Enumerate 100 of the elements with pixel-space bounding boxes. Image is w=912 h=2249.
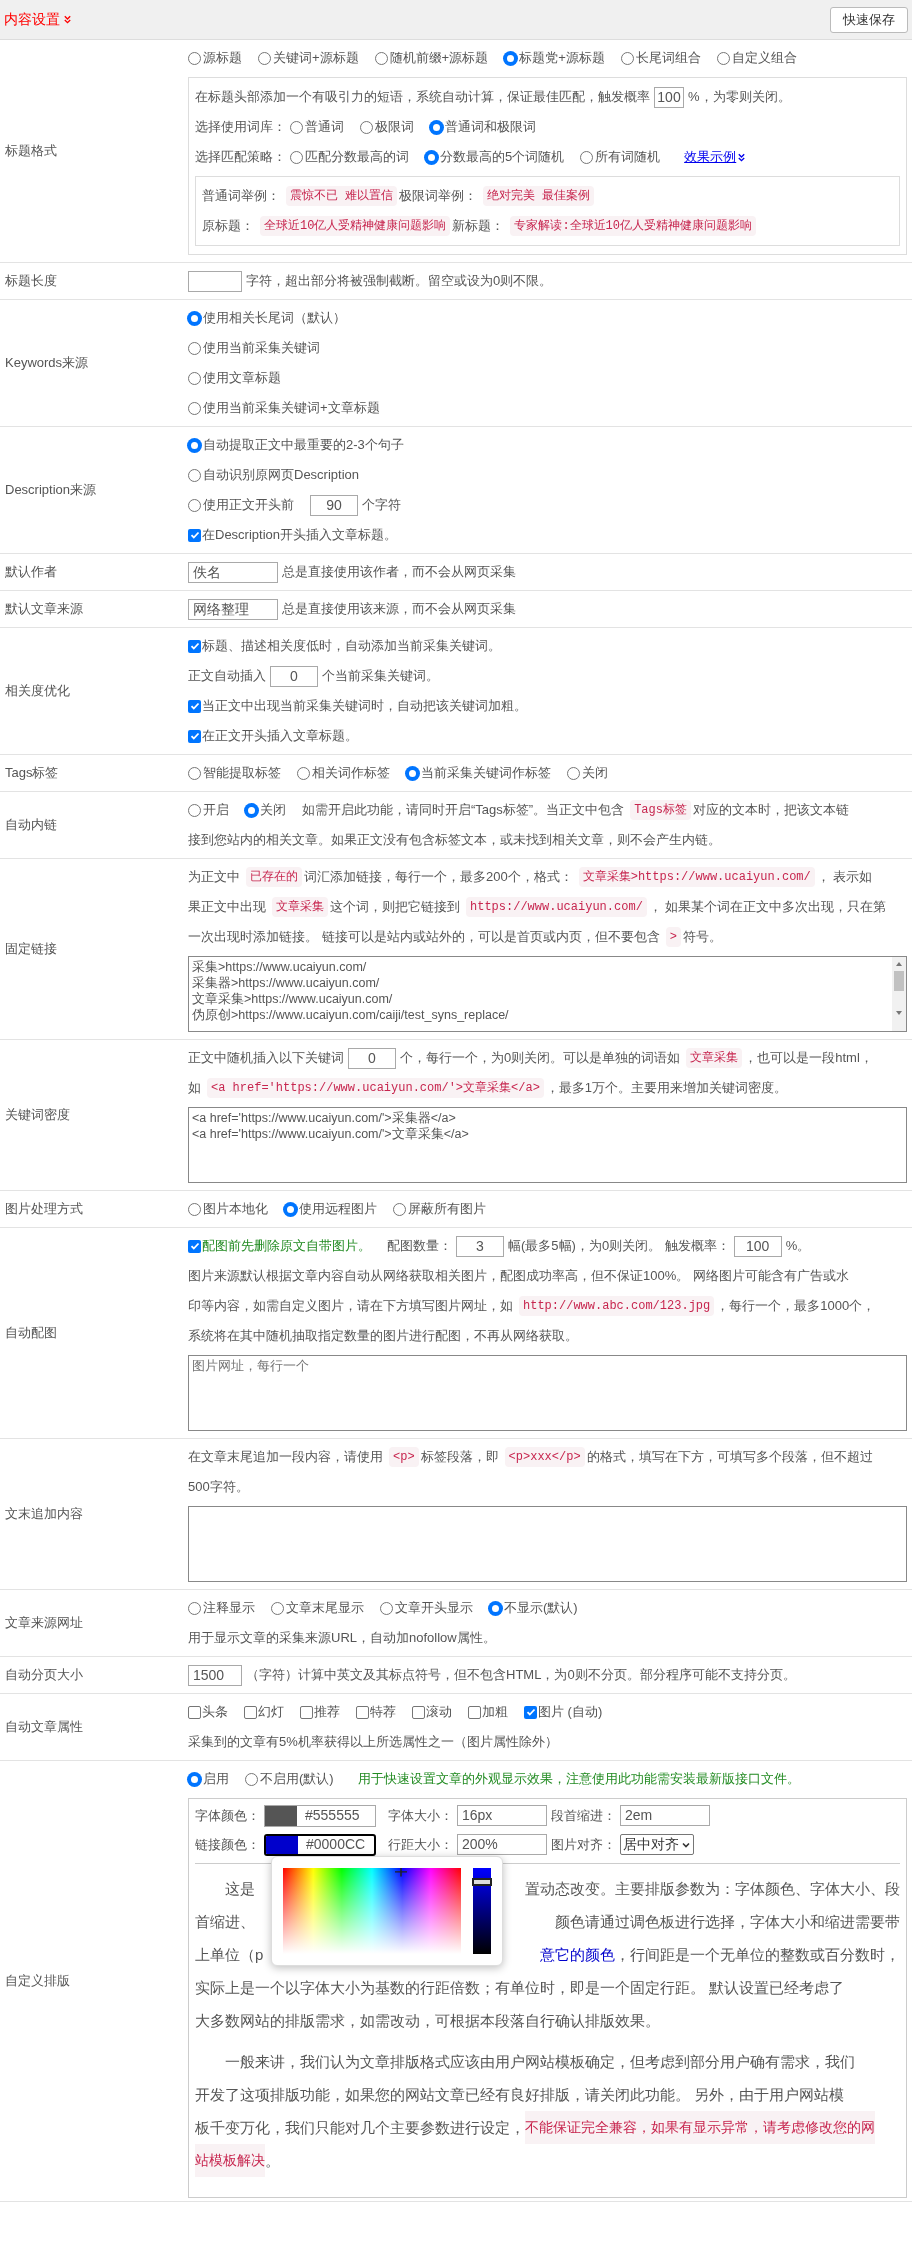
text-field[interactable]: 100 <box>733 1235 782 1257</box>
hint-text: 幅(最多5幅)，为0则关闭。 触发概率： <box>508 1237 730 1256</box>
hint-text: 字符，超出部分将被强制截断。留空或设为0则不限。 <box>246 272 553 291</box>
radio-option[interactable]: 长尾词组合 <box>620 48 701 68</box>
radio-option[interactable]: 自动识别原网页Description <box>188 465 360 485</box>
hint-text: 行距大小： <box>388 1835 453 1854</box>
text-area[interactable]: <a href='https://www.ucaiyun.com/'>采集器</a> <a href='https://www.ucaiyun.com/'>文章采集</a> <box>188 1107 907 1183</box>
hint-text: 采集到的文章有5%机率获得以上所选属性之一（图片属性除外） <box>188 1733 558 1752</box>
color-spectrum[interactable] <box>283 1868 461 1954</box>
scroll-up-icon[interactable] <box>895 960 903 968</box>
radio-option[interactable]: 不启用(默认) <box>245 1769 334 1789</box>
color-field[interactable]: #0000CC <box>264 1833 376 1856</box>
radio-option[interactable]: 屏蔽所有图片 <box>393 1199 486 1219</box>
checkbox-option[interactable]: 当正文中出现当前采集关键词时，自动把该关键词加粗。 <box>188 696 527 716</box>
checkbox-option[interactable]: 图片 (自动) <box>524 1702 603 1722</box>
text-field[interactable]: 0 <box>348 1047 396 1069</box>
radio-option[interactable]: 启用 <box>188 1769 229 1789</box>
hint-text: （字符）计算中英文及其标点符号，但不包含HTML，为0则不分页。部分程序可能不支持分页。 <box>246 1666 796 1685</box>
radio-option[interactable]: 匹配分数最高的词 <box>290 147 409 167</box>
checkbox-option[interactable]: 标题、描述相关度低时，自动添加当前采集关键词。 <box>188 636 501 656</box>
hint-text: 标签段落，即 <box>420 1448 499 1467</box>
radio-option[interactable]: 当前采集关键词作标签 <box>406 763 551 783</box>
warning-text: 不能保证完全兼容，如果有显示异常，请考虑修改您的网 <box>525 2111 875 2144</box>
radio-option[interactable]: 普通词 <box>290 117 344 137</box>
checkbox-option[interactable]: 头条 <box>188 1702 228 1722</box>
text-area[interactable]: 采集>https://www.ucaiyun.com/ 采集器>https://www.ucaiyun.com/ 文章采集>https://www.ucaiyun.com/ 伪原创>https://www.ucaiyun.com/caiji/test_syns_replace/ <box>188 956 907 1032</box>
link-text: 意它的颜色 <box>540 1945 615 1965</box>
radio-option[interactable]: 使用相关长尾词（默认） <box>188 308 346 328</box>
radio-option[interactable]: 关闭 <box>567 763 608 783</box>
checkbox-option[interactable]: 特荐 <box>356 1702 396 1722</box>
radio-option[interactable]: 关闭 <box>245 800 286 820</box>
radio-option[interactable]: 相关词作标签 <box>297 763 390 783</box>
hint-text: 的格式，填写在下方，可填写多个段落，但不超过 <box>586 1448 873 1467</box>
checkbox-option[interactable]: 在Description开头插入文章标题。 <box>188 525 398 545</box>
row-label: Tags标签 <box>5 764 59 783</box>
code-snippet: <a href='https://www.ucaiyun.com/'>文章采集</a> <box>207 1078 544 1098</box>
radio-option[interactable]: 使用当前采集关键词 <box>188 338 320 358</box>
radio-option[interactable]: 标题党+源标题 <box>504 48 605 68</box>
row-label: 自动文章属性 <box>5 1718 83 1737</box>
checkbox-option[interactable]: 配图前先删除原文自带图片。 <box>188 1236 371 1256</box>
color-field[interactable]: #555555 <box>264 1804 376 1827</box>
text-field[interactable]: 网络整理 <box>188 598 278 620</box>
slider-thumb[interactable] <box>472 1877 492 1886</box>
text-field[interactable]: 200% <box>457 1834 547 1855</box>
code-snippet: http://www.abc.com/123.jpg <box>519 1296 715 1316</box>
scroll-down-icon[interactable] <box>895 1009 903 1017</box>
radio-option[interactable]: 随机前缀+源标题 <box>374 48 489 68</box>
select-dropdown[interactable]: 居中对齐 <box>620 1834 694 1855</box>
radio-option[interactable]: 自定义组合 <box>716 48 797 68</box>
text-field[interactable]: 2em <box>620 1805 710 1826</box>
quick-save-button[interactable]: 快速保存 <box>830 6 908 33</box>
radio-option[interactable]: 文章末尾显示 <box>271 1598 364 1618</box>
hint-text: ，最多1万个。主要用来增加关键词密度。 <box>545 1079 788 1098</box>
text-field[interactable]: 100 <box>654 86 684 108</box>
radio-option[interactable]: 使用当前采集关键词+文章标题 <box>188 398 380 418</box>
radio-option[interactable]: 关键词+源标题 <box>258 48 359 68</box>
checkbox-option[interactable]: 幻灯 <box>244 1702 284 1722</box>
radio-option[interactable]: 使用正文开头前 <box>188 495 294 515</box>
row-label: 标题长度 <box>5 272 57 291</box>
scrollbar-thumb[interactable] <box>894 971 904 991</box>
text-area[interactable] <box>188 1506 907 1582</box>
radio-option[interactable]: 普通词和极限词 <box>430 117 536 137</box>
radio-option[interactable]: 自动提取正文中最重要的2-3个句子 <box>188 435 404 455</box>
radio-option[interactable]: 源标题 <box>188 48 242 68</box>
radio-option[interactable]: 开启 <box>188 800 229 820</box>
value-slider[interactable] <box>473 1868 491 1954</box>
radio-option[interactable]: 极限词 <box>360 117 414 137</box>
checkbox-option[interactable]: 滚动 <box>412 1702 452 1722</box>
checkbox-option[interactable]: 加粗 <box>468 1702 508 1722</box>
color-picker[interactable] <box>271 1856 503 1966</box>
radio-option[interactable]: 使用文章标题 <box>188 368 281 388</box>
text-field[interactable]: 0 <box>270 665 318 687</box>
text-field[interactable]: 16px <box>457 1805 547 1826</box>
row-label: 自动分页大小 <box>5 1666 83 1685</box>
code-snippet: 震惊不已 难以置信 <box>286 186 398 206</box>
checkbox-option[interactable]: 推荐 <box>300 1702 340 1722</box>
hint-text: 在文章末尾追加一段内容，请使用 <box>188 1448 383 1467</box>
hint-text: 系统将在其中随机抽取指定数量的图片进行配图，不再从网络获取。 <box>188 1327 578 1346</box>
radio-option[interactable]: 不显示(默认) <box>489 1598 578 1618</box>
text-field[interactable] <box>188 270 242 292</box>
text-area[interactable]: 图片网址，每行一个 <box>188 1355 907 1431</box>
text-field[interactable]: 佚名 <box>188 561 278 583</box>
radio-option[interactable]: 使用远程图片 <box>284 1199 377 1219</box>
radio-option[interactable]: 图片本地化 <box>188 1199 268 1219</box>
example-link[interactable]: 效果示例 <box>684 147 747 167</box>
radio-option[interactable]: 注释显示 <box>188 1598 255 1618</box>
code-snippet: > <box>665 927 681 947</box>
preview-text: 一般来讲，我们认为文章排版格式应该由用户网站模板确定，但考虑到部分用户确有需求，我们 <box>225 2052 855 2072</box>
hint-text: 新标题： <box>452 217 505 236</box>
radio-option[interactable]: 智能提取标签 <box>188 763 281 783</box>
text-field[interactable]: 3 <box>456 1235 504 1257</box>
section-title[interactable]: 内容设置 <box>4 9 72 30</box>
text-field[interactable]: 90 <box>310 494 358 516</box>
radio-option[interactable]: 文章开头显示 <box>380 1598 473 1618</box>
text-field[interactable]: 1500 <box>188 1664 242 1686</box>
checkbox-option[interactable]: 在正文开头插入文章标题。 <box>188 726 358 746</box>
radio-option[interactable]: 所有词随机 <box>580 147 661 167</box>
scrollbar[interactable] <box>892 957 906 1031</box>
code-snippet: 全球近10亿人受精神健康问题影响 <box>260 216 451 236</box>
radio-option[interactable]: 分数最高的5个词随机 <box>425 147 565 167</box>
